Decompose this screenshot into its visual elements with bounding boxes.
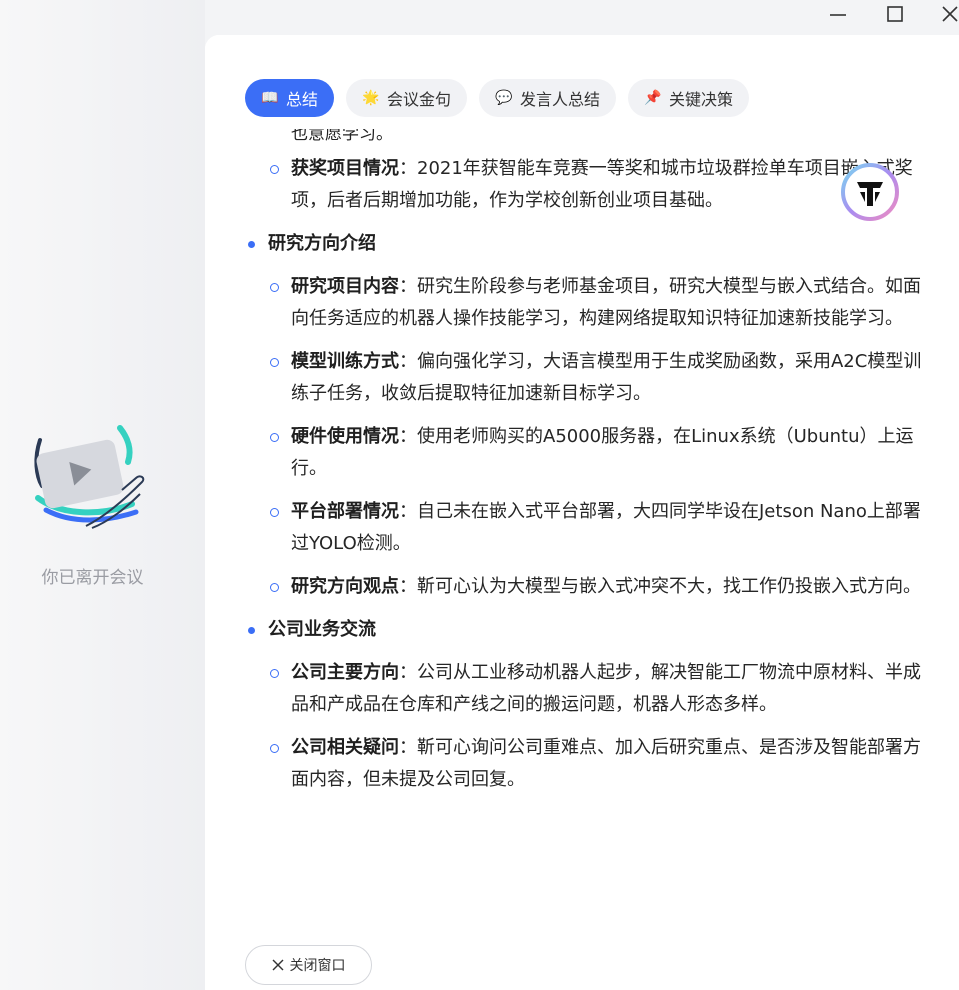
book-icon: 📖 — [261, 90, 279, 106]
close-window-button[interactable] — [930, 0, 959, 28]
maximize-icon — [887, 6, 903, 22]
summary-content: 也意愿学习。 获奖项目情况：2021年获智能车竞赛一等奖和城市垃圾群捡单车项目嵌… — [245, 129, 935, 807]
section-research: 研究方向介绍 — [245, 228, 935, 260]
list-item: 研究方向观点：靳可心认为大模型与嵌入式冲突不大，找工作仍投嵌入式方向。 — [245, 571, 935, 603]
chat-bubble-icon: 💬 — [495, 90, 513, 106]
minimize-icon — [830, 14, 846, 16]
close-icon — [942, 6, 958, 22]
section-company: 公司业务交流 — [245, 614, 935, 646]
left-meeting-status: 你已离开会议 — [41, 568, 144, 588]
maximize-button[interactable] — [875, 0, 915, 28]
list-item: 平台部署情况：自己未在嵌入式平台部署，大四同学毕设在Jetson Nano上部署… — [245, 496, 935, 560]
close-icon — [272, 959, 283, 971]
list-item: 模型训练方式：偏向强化学习，大语言模型用于生成奖励函数，采用A2C模型训练子任务… — [245, 346, 935, 410]
tab-summary[interactable]: 📖 总结 — [245, 79, 335, 117]
assistant-logo-icon[interactable] — [840, 162, 900, 222]
list-item: 公司主要方向：公司从工业移动机器人起步，解决智能工厂物流中原材料、半成品和产成品… — [245, 657, 935, 721]
minimize-button[interactable] — [818, 0, 858, 28]
tab-meeting-quotes[interactable]: 🌟 会议金句 — [346, 79, 468, 117]
clipped-text-line: 也意愿学习。 — [291, 129, 393, 144]
tab-key-decisions[interactable]: 📌 关键决策 — [628, 79, 750, 117]
tab-bar: 📖 总结 🌟 会议金句 💬 发言人总结 📌 关键决策 — [245, 79, 750, 117]
list-item-award: 获奖项目情况：2021年获智能车竞赛一等奖和城市垃圾群捡单车项目嵌入式奖项，后者… — [245, 153, 935, 217]
video-left-icon — [34, 425, 145, 529]
tab-speaker-summary[interactable]: 💬 发言人总结 — [479, 79, 617, 117]
list-item: 公司相关疑问：靳可心询问公司重难点、加入后研究重点、是否涉及智能部署方面内容，但… — [245, 732, 935, 796]
close-window-text-button[interactable]: 关闭窗口 — [245, 945, 372, 985]
list-item: 硬件使用情况：使用老师购买的A5000服务器，在Linux系统（Ubuntu）上… — [245, 421, 935, 485]
left-pane: 你已离开会议 — [0, 0, 205, 990]
pin-icon: 📌 — [644, 90, 662, 106]
list-item: 研究项目内容：研究生阶段参与老师基金项目，研究大模型与嵌入式结合。如面向任务适应… — [245, 271, 935, 335]
sparkle-icon: 🌟 — [362, 90, 380, 106]
